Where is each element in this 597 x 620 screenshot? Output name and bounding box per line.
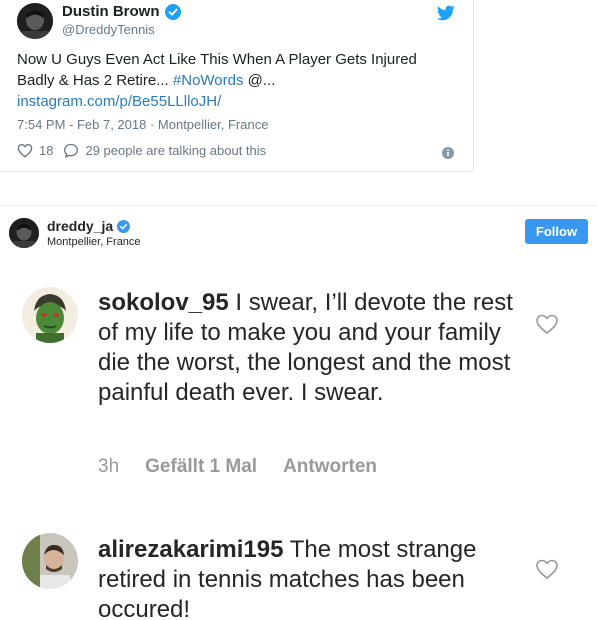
tweet-instagram-link[interactable]: instagram.com/p/Be55LLlloJH/ [17, 93, 221, 110]
comment-username[interactable]: sokolov_95 [98, 289, 229, 316]
comment-meta: 3h Gefällt 1 Mal Antworten [98, 456, 377, 478]
heart-icon[interactable] [17, 143, 33, 158]
reply-bubble-icon[interactable] [63, 143, 79, 158]
tweet-text: Now U Guys Even Act Like This When A Pla… [17, 49, 457, 112]
comment-avatar[interactable] [22, 533, 78, 589]
like-heart-icon[interactable] [535, 558, 559, 580]
info-icon[interactable] [442, 147, 454, 159]
tweet-timestamp[interactable]: 7:54 PM - Feb 7, 2018 · Montpellier, Fra… [17, 117, 268, 132]
tweet-author-handle[interactable]: @DreddyTennis [62, 22, 155, 37]
tweet-author-name[interactable]: Dustin Brown [62, 3, 181, 20]
verified-badge-icon [164, 3, 181, 20]
instagram-post-header: dreddy_ja Montpellier, France [0, 205, 597, 261]
follow-button[interactable]: Follow [525, 219, 588, 244]
instagram-avatar[interactable] [9, 218, 39, 248]
tweet-text-mention: @... [243, 72, 276, 89]
comment-text: alirezakarimi195 The most strange retire… [98, 535, 518, 620]
tweet-like-count: 18 [39, 143, 54, 158]
tweet-talking-count[interactable]: 29 people are talking about this [85, 143, 266, 158]
verified-badge-icon [117, 219, 131, 233]
tweet-hashtag-link[interactable]: #NoWords [173, 72, 244, 89]
instagram-location[interactable]: Montpellier, France [47, 236, 141, 248]
instagram-username-text: dreddy_ja [47, 218, 114, 234]
comment-likes[interactable]: Gefällt 1 Mal [145, 456, 257, 478]
comment-avatar[interactable] [22, 287, 78, 343]
tweet-card: Dustin Brown @DreddyTennis Now U Guys Ev… [0, 0, 474, 172]
reply-button[interactable]: Antworten [283, 456, 377, 478]
comment-time[interactable]: 3h [98, 456, 119, 478]
comment-username[interactable]: alirezakarimi195 [98, 536, 283, 563]
like-heart-icon[interactable] [535, 313, 559, 335]
twitter-bird-icon[interactable] [437, 5, 455, 21]
instagram-username[interactable]: dreddy_ja [47, 218, 131, 234]
tweet-avatar[interactable] [17, 3, 53, 39]
tweet-actions: 18 29 people are talking about this [17, 143, 266, 158]
comment-text: sokolov_95 I swear, I’ll devote the rest… [98, 288, 518, 408]
tweet-author-name-text: Dustin Brown [62, 3, 160, 20]
